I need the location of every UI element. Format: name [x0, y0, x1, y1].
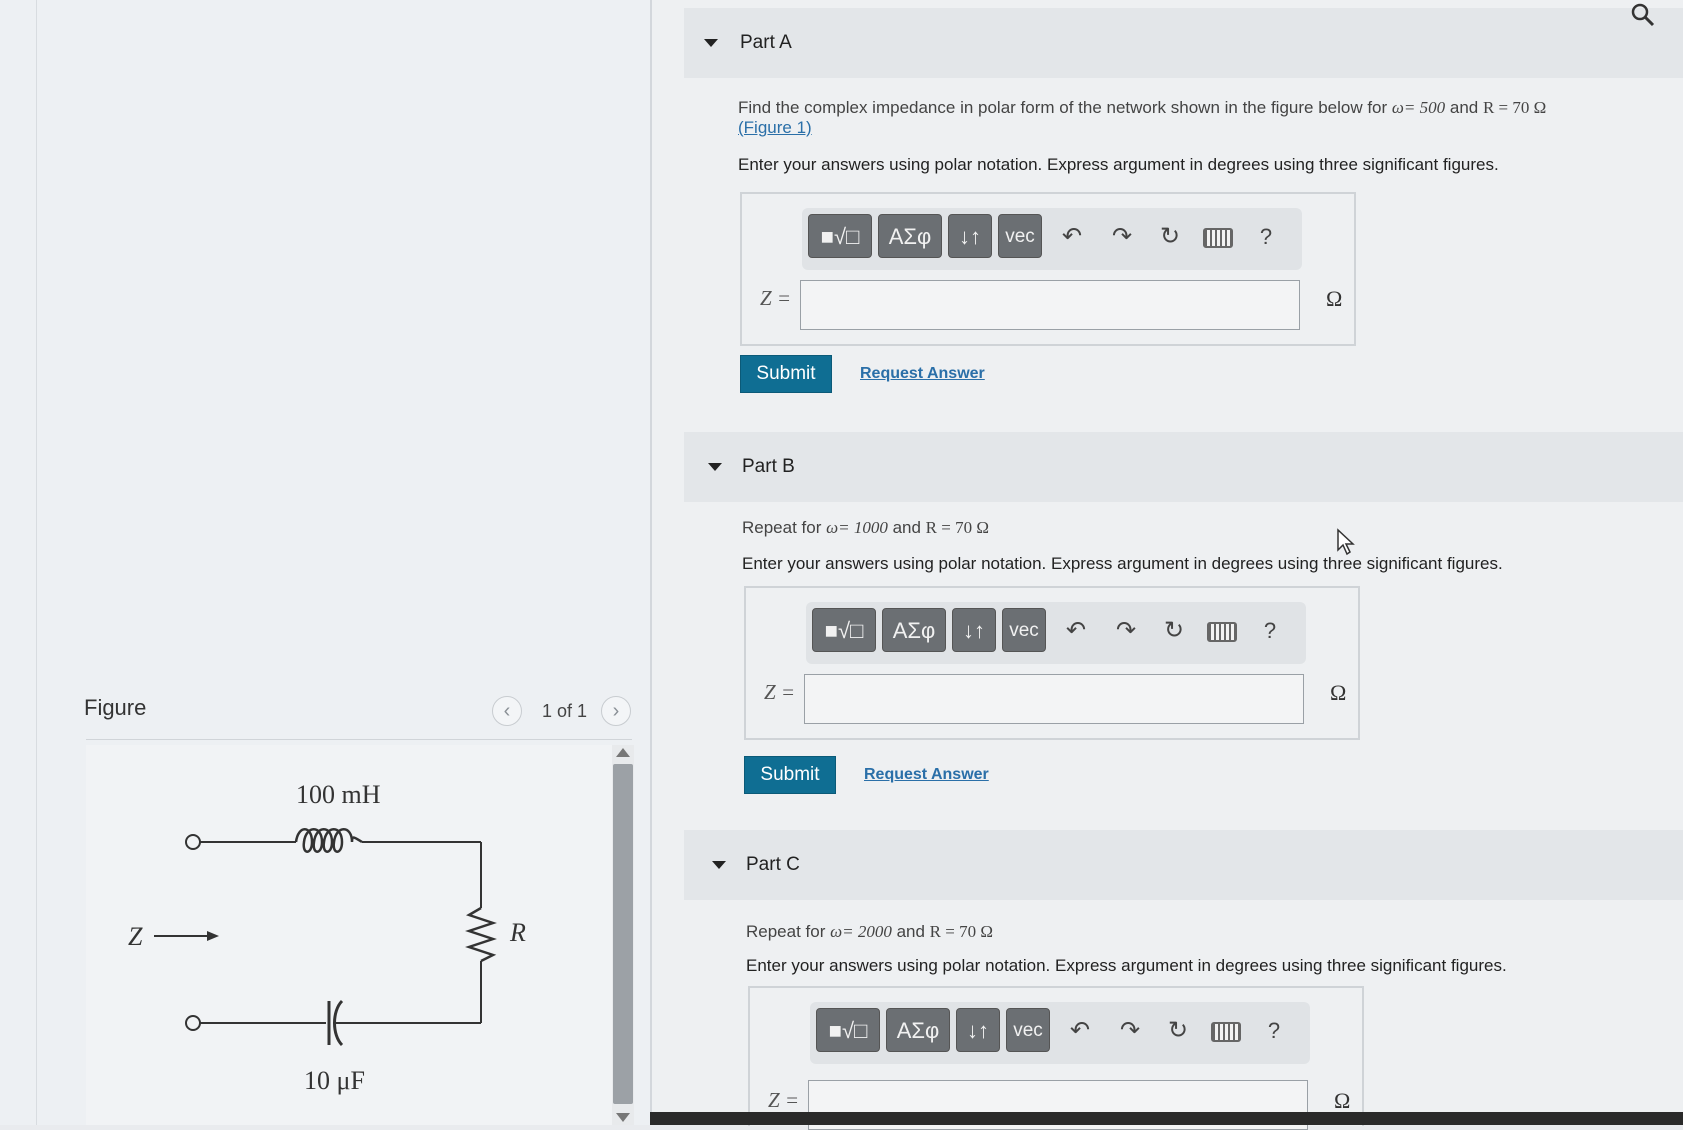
keyboard-icon[interactable]: [1210, 1016, 1242, 1046]
greek-symbols-button[interactable]: ΑΣφ: [878, 214, 942, 258]
redo-icon[interactable]: ↷: [1106, 222, 1138, 252]
previous-figure-button[interactable]: ‹: [492, 696, 522, 726]
scrollbar-thumb[interactable]: [613, 764, 633, 1104]
vector-button[interactable]: vec: [1002, 608, 1046, 652]
part-c-answer-box: ■√□ ΑΣφ ↓↑ vec ↶ ↷ ↻ ? Z = Ω: [748, 986, 1364, 1130]
divider: [86, 739, 632, 740]
redo-icon[interactable]: ↷: [1114, 1016, 1146, 1046]
reset-icon[interactable]: ↻: [1162, 1016, 1194, 1046]
part-a-title: Part A: [740, 32, 792, 53]
subscript-superscript-button[interactable]: ↓↑: [956, 1008, 1000, 1052]
resistor: [465, 906, 497, 963]
figure-1-link[interactable]: (Figure 1): [738, 118, 812, 137]
help-icon[interactable]: ?: [1254, 616, 1286, 646]
undo-icon[interactable]: ↶: [1064, 1016, 1096, 1046]
ohm-unit: Ω: [1326, 286, 1343, 311]
undo-icon[interactable]: ↶: [1060, 616, 1092, 646]
undo-icon[interactable]: ↶: [1056, 222, 1088, 252]
collapse-caret-icon[interactable]: [712, 861, 726, 869]
capacitor-label: 10 μF: [304, 1066, 365, 1095]
part-a-header[interactable]: Part A: [684, 8, 1683, 78]
math-toolbar: ■√□ ΑΣφ ↓↑ vec ↶ ↷ ↻ ?: [802, 208, 1302, 270]
redo-icon[interactable]: ↷: [1110, 616, 1142, 646]
part-c-title: Part C: [746, 854, 800, 875]
figure-label: Figure: [84, 695, 147, 720]
inductor-label: 100 mH: [296, 780, 381, 809]
submit-button[interactable]: Submit: [744, 756, 836, 794]
mouse-pointer-icon: [1337, 528, 1355, 556]
vector-button[interactable]: vec: [1006, 1008, 1050, 1052]
scroll-up-arrow-icon[interactable]: [616, 748, 630, 757]
z-answer-input[interactable]: [800, 280, 1300, 330]
math-toolbar: ■√□ ΑΣφ ↓↑ vec ↶ ↷ ↻ ?: [810, 1002, 1310, 1064]
question-panel: Part A Find the complex impedance in pol…: [652, 0, 1683, 1130]
reset-icon[interactable]: ↻: [1158, 616, 1190, 646]
part-b-prompt: Repeat for ω= 1000 and R = 70 Ω: [742, 518, 989, 537]
part-a-instruction: Enter your answers using polar notation.…: [738, 155, 1499, 174]
panel-edge: [36, 0, 37, 1125]
greek-symbols-button[interactable]: ΑΣφ: [886, 1008, 950, 1052]
templates-button[interactable]: ■√□: [816, 1008, 880, 1052]
figure-panel: Figure ‹ 1 of 1 › 100 mH 10 μF R Z: [0, 0, 652, 1125]
help-icon[interactable]: ?: [1250, 222, 1282, 252]
terminal-top: [185, 834, 201, 850]
z-input-label: Z =: [760, 286, 792, 310]
z-label: Z: [128, 922, 143, 951]
submit-button[interactable]: Submit: [740, 355, 832, 393]
greek-symbols-button[interactable]: ΑΣφ: [882, 608, 946, 652]
z-input-label: Z =: [768, 1088, 800, 1112]
part-a-prompt: Find the complex impedance in polar form…: [738, 98, 1547, 117]
z-input-label: Z =: [764, 680, 796, 704]
collapse-caret-icon[interactable]: [708, 463, 722, 471]
z-answer-input[interactable]: [804, 674, 1304, 724]
collapse-caret-icon[interactable]: [704, 39, 718, 47]
screen-bezel: [650, 1112, 1683, 1125]
keyboard-icon[interactable]: [1206, 616, 1238, 646]
figure-link-row: (Figure 1): [738, 118, 812, 138]
ohm-unit: Ω: [1334, 1088, 1351, 1113]
part-c-prompt: Repeat for ω= 2000 and R = 70 Ω: [746, 922, 993, 941]
request-answer-link[interactable]: Request Answer: [860, 365, 985, 383]
part-b-answer-box: ■√□ ΑΣφ ↓↑ vec ↶ ↷ ↻ ? Z = Ω: [744, 586, 1360, 740]
ohm-unit: Ω: [1330, 680, 1347, 705]
part-b-title: Part B: [742, 456, 795, 477]
help-icon[interactable]: ?: [1258, 1016, 1290, 1046]
terminal-bottom: [185, 1015, 201, 1031]
magnifier-icon[interactable]: [1630, 2, 1656, 35]
next-figure-button[interactable]: ›: [601, 696, 631, 726]
figure-counter: 1 of 1: [542, 701, 588, 721]
part-c-instruction: Enter your answers using polar notation.…: [746, 956, 1507, 975]
subscript-superscript-button[interactable]: ↓↑: [948, 214, 992, 258]
templates-button[interactable]: ■√□: [812, 608, 876, 652]
part-a-answer-box: ■√□ ΑΣφ ↓↑ vec ↶ ↷ ↻ ? Z = Ω: [740, 192, 1356, 346]
circuit-diagram: 100 mH 10 μF R Z: [128, 780, 526, 1095]
inductor: [294, 828, 363, 853]
part-b-instruction: Enter your answers using polar notation.…: [742, 554, 1503, 573]
resistor-label: R: [509, 918, 526, 947]
part-c-header[interactable]: Part C: [684, 830, 1683, 900]
templates-button[interactable]: ■√□: [808, 214, 872, 258]
request-answer-link[interactable]: Request Answer: [864, 766, 989, 784]
subscript-superscript-button[interactable]: ↓↑: [952, 608, 996, 652]
part-b-header[interactable]: Part B: [684, 432, 1683, 502]
keyboard-icon[interactable]: [1202, 222, 1234, 252]
reset-icon[interactable]: ↻: [1154, 222, 1186, 252]
vector-button[interactable]: vec: [998, 214, 1042, 258]
scroll-down-arrow-icon[interactable]: [616, 1113, 630, 1122]
math-toolbar: ■√□ ΑΣφ ↓↑ vec ↶ ↷ ↻ ?: [806, 602, 1306, 664]
